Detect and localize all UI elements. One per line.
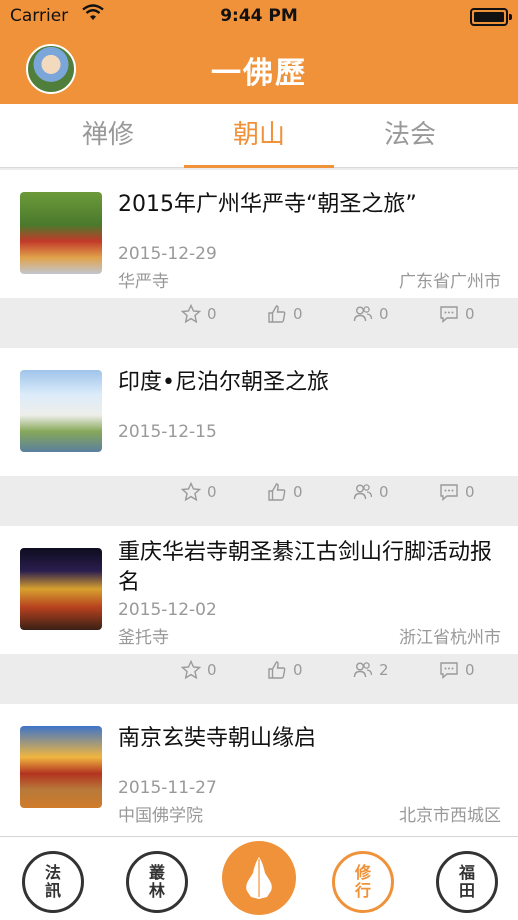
event-thumbnail xyxy=(20,370,102,452)
event-temple: 中国佛学院 xyxy=(118,806,203,826)
event-title: 南京玄奘寺朝山缘启 xyxy=(118,726,317,751)
stats-bar: 0 0 0 0 xyxy=(0,298,518,330)
tab-chaoshan[interactable]: 朝山 xyxy=(184,104,334,168)
stats-bar: 0 0 2 0 xyxy=(0,654,518,686)
nav-xiu-xing-top: 修 xyxy=(354,863,371,882)
thumbs-up-icon xyxy=(268,305,286,323)
fu-tian-seal-icon[interactable]: 福 田 xyxy=(436,851,498,913)
fa-xun-seal-icon[interactable]: 法 訊 xyxy=(22,851,84,913)
nav-fu-tian-bottom: 田 xyxy=(458,881,475,900)
event-region: 北京市西城区 xyxy=(399,806,501,826)
nav-fu-tian-top: 福 xyxy=(458,863,475,882)
list-item[interactable]: 南京玄奘寺朝山缘启 2015-11-27 中国佛学院 北京市西城区 xyxy=(0,704,518,836)
app-title: 一佛歷 xyxy=(211,56,307,91)
event-title: 重庆华岩寺朝圣綦江古剑山行脚活动报名 xyxy=(118,540,493,595)
event-temple: 华严寺 xyxy=(118,272,169,292)
status-bar: Carrier 9:44 PM xyxy=(0,0,518,34)
event-date: 2015-12-15 xyxy=(118,422,217,442)
star-icon xyxy=(181,660,201,680)
people-icon xyxy=(353,484,373,500)
comment-icon xyxy=(440,484,458,502)
event-title: 2015年广州华严寺“朝圣之旅” xyxy=(118,192,417,217)
praying-hands-icon[interactable] xyxy=(222,841,296,915)
battery-icon xyxy=(470,8,512,26)
nav-fa-xun-bottom: 訊 xyxy=(44,881,61,900)
event-thumbnail xyxy=(20,192,102,274)
list-item[interactable]: 2015年广州华严寺“朝圣之旅” 2015-12-29 华严寺 广东省广州市 0… xyxy=(0,170,518,330)
comment-icon xyxy=(440,306,458,324)
nav-fa-xun-top: 法 xyxy=(44,863,61,882)
nav-cong-lin-bottom: 林 xyxy=(148,881,165,900)
list-item[interactable]: 印度•尼泊尔朝圣之旅 2015-12-15 0 0 0 0 xyxy=(0,348,518,508)
tab-chanxiu[interactable]: 禅修 xyxy=(33,104,183,168)
nav-xiu-xing-bottom: 行 xyxy=(354,881,371,900)
event-thumbnail xyxy=(20,548,102,630)
event-temple: 釜托寺 xyxy=(118,628,169,648)
event-thumbnail xyxy=(20,726,102,808)
event-date: 2015-12-29 xyxy=(118,244,217,264)
star-icon xyxy=(181,482,201,502)
app-header: Carrier 9:44 PM 一佛歷 xyxy=(0,0,518,104)
event-region: 浙江省杭州市 xyxy=(399,628,501,648)
status-time: 9:44 PM xyxy=(220,6,298,26)
list-item[interactable]: 重庆华岩寺朝圣綦江古剑山行脚活动报名 2015-12-02 釜托寺 浙江省杭州市… xyxy=(0,526,518,686)
star-icon xyxy=(181,304,201,324)
people-icon xyxy=(353,306,373,322)
comment-icon xyxy=(440,662,458,680)
cong-lin-seal-icon[interactable]: 叢 林 xyxy=(126,851,188,913)
thumbs-up-icon xyxy=(268,483,286,501)
event-title: 印度•尼泊尔朝圣之旅 xyxy=(118,370,329,395)
category-tabs: 禅修 朝山 法会 xyxy=(0,104,518,168)
bottom-nav: 法 訊 叢 林 修 行 福 田 xyxy=(0,836,518,920)
tab-fahui[interactable]: 法会 xyxy=(335,104,485,168)
people-icon xyxy=(353,662,373,678)
nav-cong-lin-top: 叢 xyxy=(148,863,165,882)
stats-bar: 0 0 0 0 xyxy=(0,476,518,508)
event-date: 2015-12-02 xyxy=(118,600,217,620)
xiu-xing-seal-icon[interactable]: 修 行 xyxy=(332,851,394,913)
event-date: 2015-11-27 xyxy=(118,778,217,798)
event-region: 广东省广州市 xyxy=(399,272,501,292)
thumbs-up-icon xyxy=(268,661,286,679)
